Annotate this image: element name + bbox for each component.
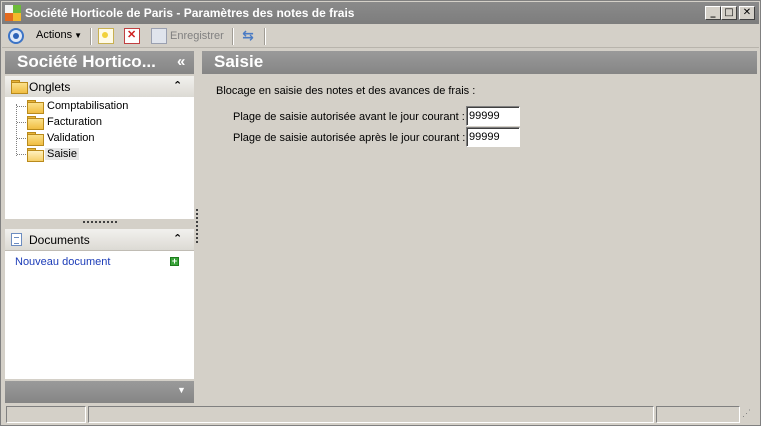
content-header: Saisie bbox=[202, 51, 757, 74]
toolbar: Actions▼ Enregistrer ⇆ bbox=[2, 25, 759, 48]
minimize-button[interactable]: _ bbox=[705, 6, 721, 20]
folder-icon bbox=[27, 100, 44, 114]
save-button[interactable]: Enregistrer bbox=[170, 30, 224, 42]
company-name: Société Hortico... bbox=[17, 52, 156, 71]
tree-connector bbox=[17, 106, 26, 107]
status-pane bbox=[656, 406, 740, 423]
section-label: Blocage en saisie des notes et des avanc… bbox=[216, 85, 476, 97]
status-pane bbox=[88, 406, 654, 423]
new-document-link[interactable]: Nouveau document bbox=[15, 256, 110, 268]
tree-connector bbox=[17, 154, 26, 155]
navigation-panel-footer: ▼ bbox=[5, 381, 194, 403]
application-window: Société Horticole de Paris - Paramètres … bbox=[0, 0, 761, 426]
delete-icon[interactable] bbox=[124, 28, 140, 44]
folder-icon bbox=[27, 132, 44, 146]
tabs-group-header[interactable]: Onglets ⌃ bbox=[5, 76, 194, 98]
horizontal-splitter-grip[interactable] bbox=[83, 221, 117, 224]
add-icon[interactable]: + bbox=[170, 257, 179, 266]
collapse-panel-button[interactable]: « bbox=[177, 53, 185, 70]
range-after-input[interactable] bbox=[466, 127, 520, 147]
tree-connector bbox=[17, 122, 26, 123]
toolbar-separator bbox=[90, 28, 92, 45]
tabs-group-label: Onglets bbox=[29, 80, 71, 94]
tree-item-label: Saisie bbox=[45, 148, 79, 160]
close-button[interactable]: ✕ bbox=[739, 6, 755, 20]
documents-group-label: Documents bbox=[29, 233, 90, 247]
tree-connector bbox=[17, 138, 26, 139]
tree-item-label: Facturation bbox=[47, 116, 103, 128]
resize-grip-icon[interactable]: ⋰ bbox=[742, 408, 754, 420]
tree-connector bbox=[16, 104, 17, 156]
documents-panel: Nouveau document + bbox=[5, 251, 194, 379]
range-before-label: Plage de saisie autorisée avant le jour … bbox=[233, 111, 465, 123]
chevron-up-icon[interactable]: ⌃ bbox=[173, 232, 182, 245]
folder-icon bbox=[27, 116, 44, 130]
chevron-up-icon[interactable]: ⌃ bbox=[173, 79, 182, 92]
maximize-button[interactable]: □ bbox=[721, 6, 737, 20]
caret-down-icon: ▼ bbox=[74, 31, 82, 40]
tree-item-label: Comptabilisation bbox=[47, 100, 129, 112]
vertical-splitter-grip[interactable] bbox=[196, 209, 198, 243]
navigation-panel-header: Société Hortico... « bbox=[5, 51, 194, 74]
status-pane bbox=[6, 406, 86, 423]
app-logo-icon bbox=[5, 5, 21, 21]
chevron-down-icon[interactable]: ▼ bbox=[177, 385, 186, 395]
documents-group-header[interactable]: Documents ⌃ bbox=[5, 229, 194, 251]
new-document-icon[interactable] bbox=[98, 28, 114, 44]
window-title: Société Horticole de Paris - Paramètres … bbox=[25, 6, 355, 20]
toolbar-separator bbox=[232, 28, 234, 45]
document-icon bbox=[11, 233, 22, 246]
range-after-label: Plage de saisie autorisée après le jour … bbox=[233, 132, 466, 144]
back-forward-icon[interactable] bbox=[8, 28, 24, 44]
tree-item-label: Validation bbox=[47, 132, 95, 144]
folder-icon bbox=[11, 80, 28, 94]
open-folder-icon bbox=[27, 148, 44, 162]
page-title: Saisie bbox=[214, 52, 264, 71]
title-bar[interactable]: Société Horticole de Paris - Paramètres … bbox=[2, 2, 759, 24]
save-icon[interactable] bbox=[151, 28, 167, 44]
actions-menu-button[interactable]: Actions ▼ bbox=[32, 28, 86, 45]
status-bar: ⋰ bbox=[2, 404, 759, 425]
actions-label: Actions bbox=[36, 29, 73, 41]
refresh-icon[interactable]: ⇆ bbox=[240, 28, 256, 44]
range-before-input[interactable] bbox=[466, 106, 520, 126]
toolbar-separator bbox=[264, 28, 266, 45]
